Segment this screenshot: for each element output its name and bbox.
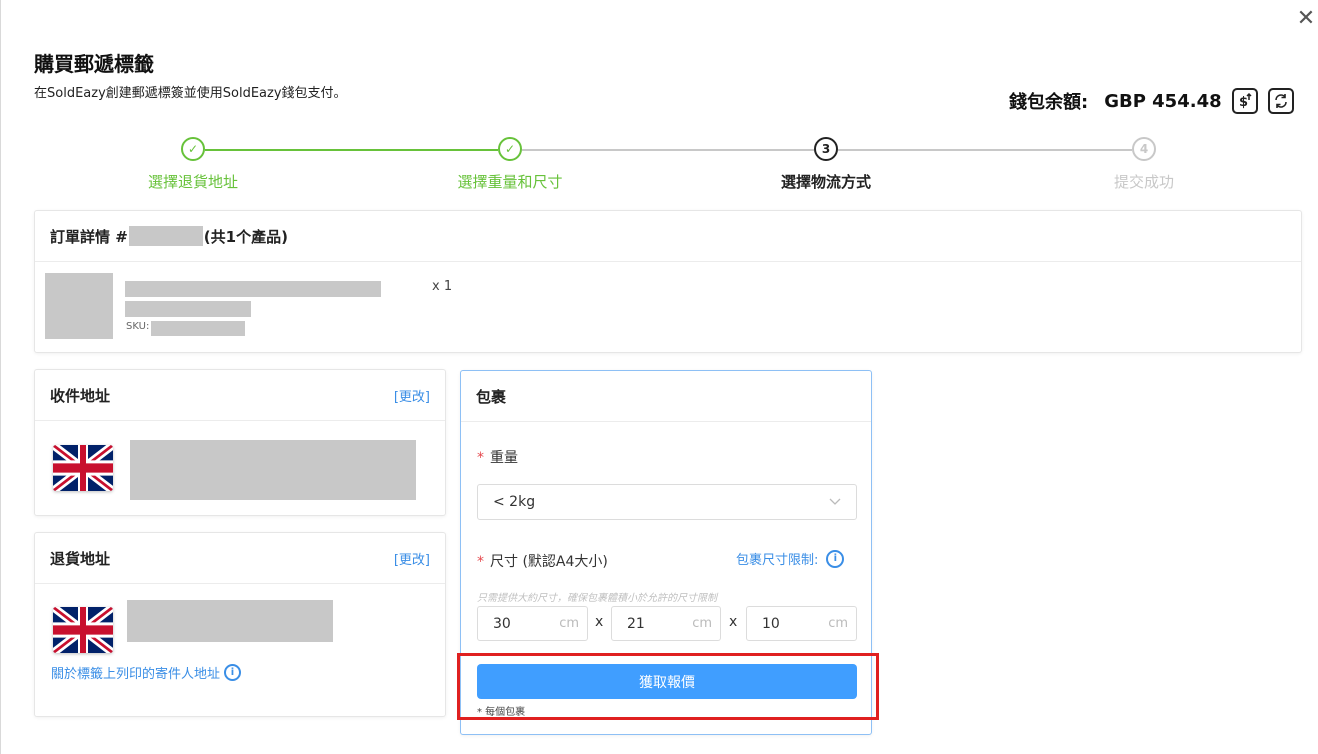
return-address-header: 退貨地址 [更改] — [35, 533, 445, 584]
sku-redacted — [151, 321, 245, 336]
width-unit: cm — [692, 616, 712, 631]
refresh-icon[interactable] — [1267, 88, 1294, 114]
weight-select[interactable]: < 2kg — [477, 484, 857, 520]
highlight-box — [457, 653, 879, 720]
step-2-check-icon: ✓ — [498, 137, 522, 161]
step-connector — [205, 149, 498, 151]
size-limit-link-text[interactable]: 包裹尺寸限制: — [736, 549, 818, 568]
wallet-balance: 錢包余額: GBP 454.48 $ — [1009, 88, 1294, 114]
purchase-label-dialog: ✕ 購買郵遞標籤 在SoldEazy創建郵遞標簽並使用SoldEazy錢包支付。… — [0, 0, 1318, 754]
recipient-address-title: 收件地址 — [50, 386, 111, 405]
order-title-prefix: 訂單詳情 # — [50, 227, 128, 246]
length-unit: cm — [559, 616, 579, 631]
info-icon[interactable]: i — [826, 549, 845, 568]
sku-label: SKU: — [126, 321, 150, 332]
height-input[interactable]: 10 cm — [746, 606, 857, 641]
size-hint: 只需提供大約尺寸，確保包裹體積小於允許的尺寸限制 — [477, 593, 717, 604]
times-sign: x — [729, 614, 738, 630]
order-title-suffix: (共1个產品) — [203, 227, 288, 246]
step-connector — [522, 149, 814, 151]
order-details-card: 訂單詳情 # (共1个產品) SKU: x 1 — [34, 210, 1302, 353]
sender-info-link[interactable]: 關於標籤上列印的寄件人地址 i — [51, 663, 242, 682]
recipient-address-redacted — [130, 440, 416, 500]
length-input[interactable]: 30 cm — [477, 606, 588, 641]
return-change-link[interactable]: [更改] — [394, 549, 430, 568]
size-label-text: 尺寸 (默認A4大小) — [490, 554, 608, 570]
step-4-number: 4 — [1132, 137, 1156, 161]
recipient-address-header: 收件地址 [更改] — [35, 370, 445, 421]
recipient-change-link[interactable]: [更改] — [394, 386, 430, 405]
wallet-balance-label: 錢包余額: — [1009, 92, 1089, 113]
wallet-balance-value: GBP 454.48 — [1104, 90, 1222, 112]
step-1-label: 選擇退貨地址 — [147, 173, 238, 191]
step-2-label: 選擇重量和尺寸 — [457, 173, 563, 191]
times-sign: x — [595, 614, 604, 630]
product-variant-redacted — [125, 301, 251, 317]
return-address-card: 退貨地址 [更改] 關於標籤上列印的寄件人地址 i — [34, 532, 446, 717]
size-limit-link[interactable]: 包裹尺寸限制: i — [736, 549, 845, 568]
height-unit: cm — [828, 616, 848, 631]
info-icon[interactable]: i — [224, 664, 242, 681]
return-address-redacted — [127, 600, 333, 642]
weight-label-text: 重量 — [490, 450, 518, 466]
dialog-title: 購買郵遞標籤 — [34, 52, 154, 76]
weight-label: * 重量 — [477, 450, 518, 466]
product-image — [45, 273, 113, 339]
size-label: * 尺寸 (默認A4大小) — [477, 554, 608, 570]
product-quantity: x 1 — [432, 279, 453, 294]
sender-info-link-text[interactable]: 關於標籤上列印的寄件人地址 — [51, 663, 220, 682]
step-4-label: 提交成功 — [1113, 173, 1174, 191]
dialog-subtitle: 在SoldEazy創建郵遞標簽並使用SoldEazy錢包支付。 — [34, 86, 347, 101]
product-name-redacted — [125, 281, 381, 297]
step-3-label: 選擇物流方式 — [780, 173, 871, 191]
step-1-check-icon: ✓ — [181, 137, 205, 161]
width-input[interactable]: 21 cm — [611, 606, 721, 641]
svg-text:$: $ — [1239, 95, 1248, 110]
chevron-down-icon — [829, 498, 841, 505]
length-value: 30 — [493, 615, 511, 632]
return-address-title: 退貨地址 — [50, 549, 111, 568]
uk-flag-icon — [53, 445, 113, 491]
close-icon[interactable]: ✕ — [1295, 8, 1317, 30]
weight-select-value: < 2kg — [493, 494, 536, 510]
order-details-header: 訂單詳情 # (共1个產品) — [35, 211, 1301, 262]
recipient-address-card: 收件地址 [更改] — [34, 369, 446, 516]
step-3-number: 3 — [814, 137, 838, 161]
step-connector — [838, 149, 1132, 151]
dollar-upload-icon[interactable]: $ — [1231, 88, 1258, 114]
package-title: 包裹 — [476, 387, 507, 406]
width-value: 21 — [627, 615, 645, 632]
package-header: 包裹 — [461, 371, 871, 422]
order-number-redacted — [128, 226, 203, 246]
uk-flag-icon — [53, 607, 113, 653]
height-value: 10 — [762, 615, 780, 632]
